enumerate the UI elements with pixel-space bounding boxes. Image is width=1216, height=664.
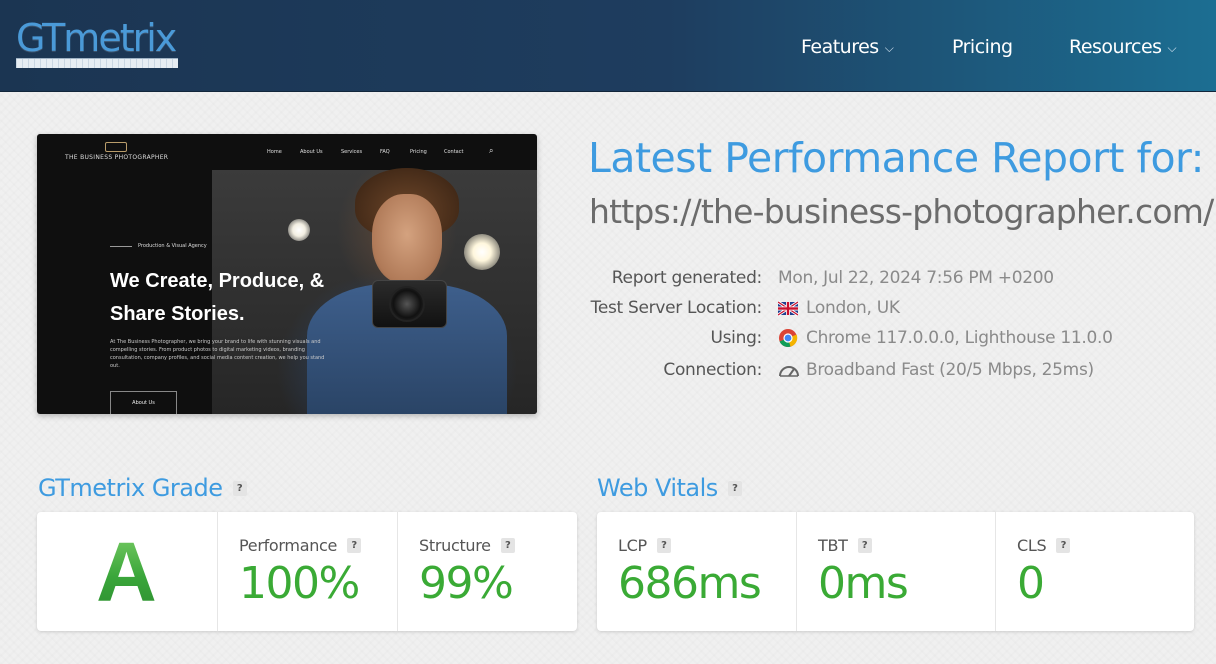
- section-title: GTmetrix Grade: [38, 474, 223, 502]
- photographer-face: [372, 194, 442, 284]
- tagline-rule: [110, 246, 132, 247]
- meta-label-using: Using:: [710, 328, 762, 348]
- nav-resources-label: Resources: [1069, 36, 1162, 58]
- meta-value-text: Mon, Jul 22, 2024 7:56 PM +0200: [778, 268, 1054, 288]
- nav-pricing[interactable]: Pricing: [952, 34, 1013, 60]
- nav-pricing-label: Pricing: [952, 36, 1013, 58]
- gtmetrix-grade-heading: GTmetrix Grade ?: [38, 474, 247, 502]
- help-icon[interactable]: ?: [500, 538, 515, 553]
- preview-about-button: About Us: [110, 391, 177, 414]
- preview-nav-item: FAQ: [380, 149, 390, 155]
- performance-label: Performance ?: [239, 536, 362, 555]
- metric-label-text: TBT: [818, 536, 848, 555]
- grade-letter: A: [37, 526, 216, 618]
- preview-nav-item: Pricing: [410, 149, 427, 155]
- gtmetrix-grade-card: A Performance ? 100% Structure ? 99%: [37, 512, 577, 631]
- meta-value-report-generated: Mon, Jul 22, 2024 7:56 PM +0200: [778, 268, 1054, 288]
- uk-flag-icon: [777, 298, 799, 318]
- chrome-icon: [778, 328, 798, 348]
- section-title: Web Vitals: [597, 474, 718, 502]
- report-title: Latest Performance Report for:: [588, 134, 1205, 182]
- report-url: https://the-business-photographer.com/: [589, 192, 1214, 231]
- page-screenshot-preview[interactable]: THE BUSINESS PHOTOGRAPHER Home About Us …: [37, 134, 537, 414]
- gtmetrix-logo[interactable]: GTmetrix: [16, 17, 178, 69]
- metric-label-text: LCP: [618, 536, 647, 555]
- preview-tagline: Production & Visual Agency: [138, 243, 207, 249]
- cls-cell: CLS ? 0: [995, 512, 1194, 631]
- metric-label-text: Performance: [239, 536, 338, 555]
- grade-cell: A: [37, 512, 217, 631]
- help-icon[interactable]: ?: [232, 480, 247, 496]
- speedometer-icon: [778, 360, 799, 380]
- lcp-cell: LCP ? 686ms: [597, 512, 796, 631]
- structure-value: 99%: [419, 558, 514, 609]
- metric-label-text: CLS: [1017, 536, 1047, 555]
- help-icon[interactable]: ?: [857, 538, 872, 553]
- meta-label-connection: Connection:: [663, 360, 762, 380]
- performance-cell: Performance ? 100%: [217, 512, 397, 631]
- structure-label: Structure ?: [419, 536, 515, 555]
- meta-label-report-generated: Report generated:: [611, 268, 763, 288]
- preview-headline: We Create, Produce, & Share Stories.: [110, 270, 325, 325]
- help-icon[interactable]: ?: [1056, 538, 1071, 553]
- web-vitals-card: LCP ? 686ms TBT ? 0ms CLS ? 0: [597, 512, 1194, 631]
- structure-cell: Structure ? 99%: [397, 512, 577, 631]
- brand-logo-mark: [105, 142, 127, 152]
- metric-label-text: Structure: [419, 536, 491, 555]
- nav-resources[interactable]: Resources ⌵: [1069, 34, 1177, 60]
- preview-brand: THE BUSINESS PHOTOGRAPHER: [65, 154, 169, 161]
- tbt-value: 0ms: [818, 558, 909, 609]
- lcp-label: LCP ?: [618, 536, 671, 555]
- meta-value-server-location: London, UK: [777, 298, 900, 318]
- logo-text: GTmetrix: [16, 16, 177, 60]
- studio-light: [464, 234, 500, 270]
- cls-value: 0: [1017, 558, 1045, 609]
- preview-nav-item: About Us: [300, 149, 323, 155]
- help-icon[interactable]: ?: [347, 538, 362, 553]
- meta-value-using: Chrome 117.0.0.0, Lighthouse 11.0.0: [778, 328, 1113, 348]
- preview-nav-item: Services: [341, 149, 363, 155]
- cls-label: CLS ?: [1017, 536, 1071, 555]
- help-icon[interactable]: ?: [656, 538, 671, 553]
- meta-value-text: London, UK: [806, 298, 900, 318]
- chevron-down-icon: ⌵: [884, 40, 894, 55]
- preview-nav-item: Home: [267, 149, 282, 155]
- performance-value: 100%: [239, 558, 360, 609]
- top-header: GTmetrix Features ⌵ Pricing Resources ⌵: [0, 0, 1216, 92]
- meta-value-text: Broadband Fast (20/5 Mbps, 25ms): [806, 360, 1094, 380]
- lcp-value: 686ms: [618, 558, 762, 609]
- search-icon: ⌕: [489, 146, 494, 155]
- web-vitals-heading: Web Vitals ?: [597, 474, 742, 502]
- meta-value-connection: Broadband Fast (20/5 Mbps, 25ms): [778, 360, 1094, 380]
- camera-lens: [389, 286, 425, 322]
- meta-label-server-location: Test Server Location:: [590, 298, 763, 318]
- tbt-cell: TBT ? 0ms: [796, 512, 995, 631]
- meta-value-text: Chrome 117.0.0.0, Lighthouse 11.0.0: [806, 328, 1113, 348]
- chevron-down-icon: ⌵: [1167, 40, 1177, 55]
- tbt-label: TBT ?: [818, 536, 872, 555]
- logo-ruler-graphic: [16, 58, 178, 68]
- studio-light: [288, 219, 310, 241]
- nav-features-label: Features: [801, 36, 879, 58]
- nav-features[interactable]: Features ⌵: [801, 34, 894, 60]
- preview-nav-item: Contact: [444, 149, 464, 155]
- preview-paragraph: At The Business Photographer, we bring y…: [110, 339, 325, 369]
- help-icon[interactable]: ?: [727, 480, 742, 496]
